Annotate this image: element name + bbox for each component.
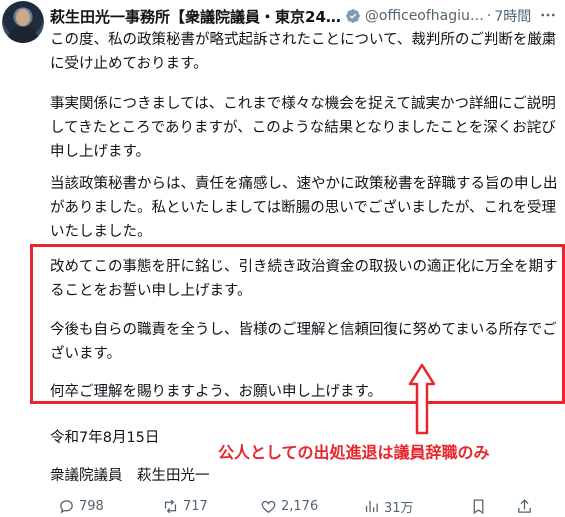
action-bar: 798 717 2,176 31万 xyxy=(50,496,565,516)
post-time[interactable]: 7時間 xyxy=(494,6,531,26)
repost-count: 717 xyxy=(183,498,208,514)
post-paragraph-3: 当該政策秘書からは、責任を痛感し、速やかに政策秘書を辞職する旨の申し出がありまし… xyxy=(50,176,558,240)
up-arrow-icon xyxy=(408,363,436,435)
share-button[interactable] xyxy=(516,498,533,515)
verified-icon xyxy=(346,9,360,23)
post-date: 令和7年8月15日 xyxy=(50,430,160,446)
bookmark-button[interactable] xyxy=(470,498,487,515)
highlight-box xyxy=(30,244,565,404)
post-paragraph-1: この度、私の政策秘書が略式起訴されたことについて、裁判所のご判断を厳粛に受け止め… xyxy=(50,32,557,72)
share-icon xyxy=(518,498,531,513)
views-button[interactable]: 31万 xyxy=(363,497,414,516)
reply-icon xyxy=(60,499,73,514)
like-count: 2,176 xyxy=(281,498,319,514)
bookmark-icon xyxy=(473,498,484,514)
annotation-text: 公人としての出処進退は議員辞職のみ xyxy=(218,443,490,462)
author-handle[interactable]: @officeofhagiu… xyxy=(365,8,484,24)
reply-button[interactable]: 798 xyxy=(58,498,104,515)
reply-count: 798 xyxy=(79,498,104,514)
like-icon xyxy=(261,500,276,513)
like-button[interactable]: 2,176 xyxy=(260,498,318,515)
post-header: 萩生田光一事務所【衆議院議員・東京24… @officeofhagiu… · 7… xyxy=(50,4,562,28)
post-paragraph-2: 事実関係につきましては、これまで様々な機会を捉えて誠実かつ詳細にご説明してきたと… xyxy=(50,96,556,160)
header-separator: · xyxy=(486,8,492,24)
avatar-suit xyxy=(8,27,38,43)
views-count: 31万 xyxy=(384,500,414,516)
repost-button[interactable]: 717 xyxy=(162,498,208,515)
post-signature: 衆議院議員 萩生田光一 xyxy=(50,468,210,484)
avatar-face xyxy=(16,9,30,26)
views-icon xyxy=(365,500,378,512)
author-name[interactable]: 萩生田光一事務所【衆議院議員・東京24… xyxy=(50,6,341,27)
more-icon[interactable] xyxy=(538,5,558,25)
repost-icon xyxy=(164,499,177,513)
avatar[interactable] xyxy=(2,1,44,43)
